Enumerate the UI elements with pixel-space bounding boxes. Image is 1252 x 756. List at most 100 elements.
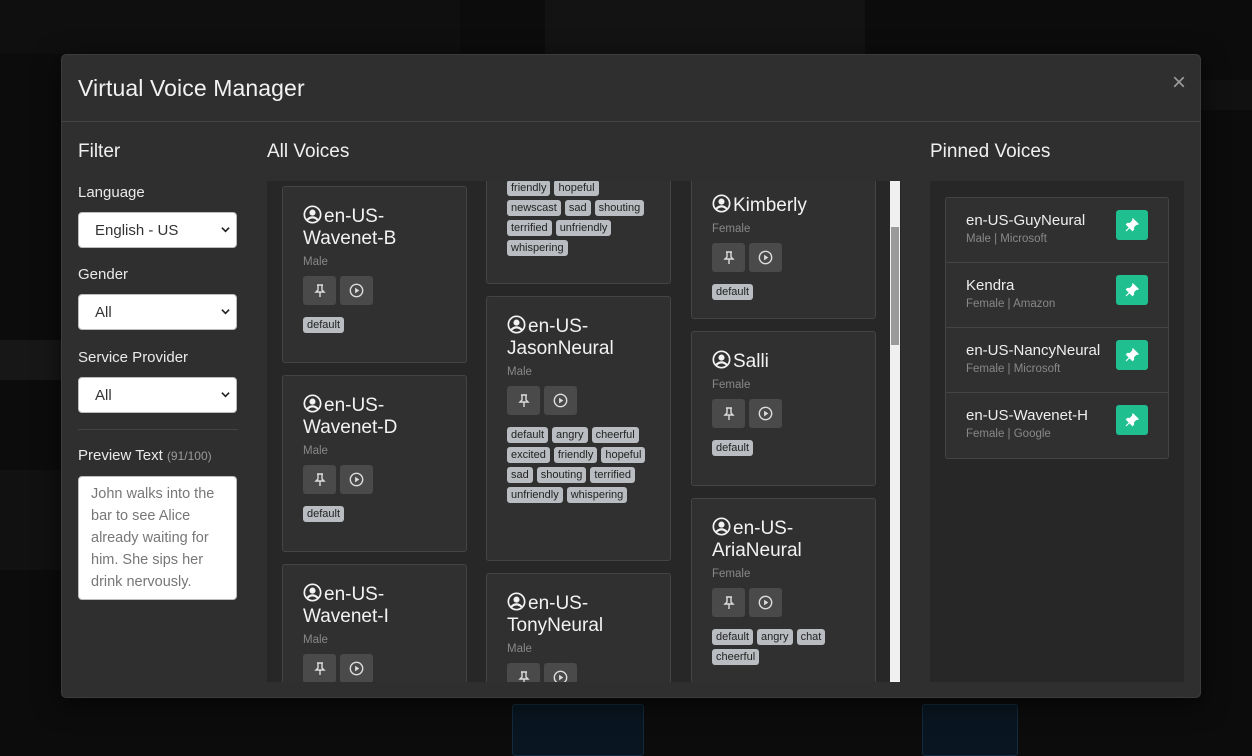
voice-card: Kimberly Female default	[691, 181, 876, 319]
pin-icon	[1125, 413, 1139, 427]
play-circle-icon	[758, 250, 773, 265]
user-circle-icon	[507, 592, 526, 611]
user-circle-icon	[303, 583, 322, 602]
play-button[interactable]	[544, 386, 577, 415]
pin-icon	[722, 250, 735, 264]
play-button[interactable]	[340, 465, 373, 494]
style-tag: default	[712, 440, 754, 456]
play-button[interactable]	[749, 243, 782, 272]
pinned-item: en-US-GuyNeural Male | Microsoft	[946, 198, 1168, 263]
gender-select[interactable]: All	[78, 294, 237, 330]
language-label: Language	[78, 184, 145, 201]
pinned-list: en-US-GuyNeural Male | Microsoft Kendra …	[945, 197, 1169, 459]
pin-icon	[313, 661, 326, 675]
pin-button[interactable]	[712, 243, 745, 272]
play-button[interactable]	[340, 276, 373, 305]
style-tag: default	[712, 629, 754, 645]
voice-card: Salli Female default	[691, 331, 876, 486]
voice-card: en-US-AriaNeural Female default angry ch…	[691, 498, 876, 682]
user-circle-icon	[303, 205, 322, 224]
style-tag: excited	[507, 447, 550, 463]
voice-card: en-US-JasonNeural Male default angry che…	[486, 296, 671, 561]
chevron-down-icon	[221, 309, 230, 315]
style-tag: hopeful	[601, 447, 646, 463]
pin-button[interactable]	[712, 399, 745, 428]
style-tag: terrified	[590, 467, 636, 483]
style-tag: default	[712, 284, 754, 300]
user-circle-icon	[712, 194, 731, 213]
pinned-item: Kendra Female | Amazon	[946, 263, 1168, 328]
pin-icon	[313, 472, 326, 486]
voice-card-title: en-US-JasonNeural	[507, 315, 650, 360]
style-tag: unfriendly	[555, 220, 612, 236]
pin-button[interactable]	[303, 465, 336, 494]
play-circle-icon	[349, 661, 364, 676]
style-tag: hopeful	[554, 181, 599, 196]
voice-card-title: Kimberly	[712, 194, 855, 217]
modal-title: Virtual Voice Manager	[78, 74, 305, 101]
pinned-voices-title: Pinned Voices	[930, 141, 1051, 162]
pin-button[interactable]	[303, 276, 336, 305]
style-tag: shouting	[594, 200, 645, 216]
style-tag: whispering	[507, 240, 568, 256]
style-tag: friendly	[553, 447, 598, 463]
play-circle-icon	[758, 595, 773, 610]
play-button[interactable]	[544, 663, 577, 682]
style-tag: chat	[796, 629, 826, 645]
user-circle-icon	[507, 315, 526, 334]
voice-gender: Female	[712, 568, 751, 580]
pin-button[interactable]	[507, 386, 540, 415]
chevron-down-icon	[221, 392, 230, 398]
style-tag: terrified	[507, 220, 552, 236]
preview-text-label-text: Preview Text	[78, 447, 163, 464]
preview-text-input[interactable]: John walks into the bar to see Alice alr…	[78, 476, 237, 600]
language-select-value: English - US	[95, 221, 179, 239]
gender-label: Gender	[78, 266, 129, 283]
voice-card: en-US-TonyNeural Male	[486, 573, 671, 682]
provider-select-value: All	[95, 386, 112, 404]
voice-card-title: en-US-AriaNeural	[712, 517, 855, 562]
style-tag: newscast	[507, 200, 561, 216]
pin-icon	[1125, 218, 1139, 232]
modal-header: Virtual Voice Manager ×	[62, 55, 1200, 122]
pin-button[interactable]	[507, 663, 540, 682]
voice-name: Kimberly	[733, 195, 807, 216]
pinned-panel: en-US-GuyNeural Male | Microsoft Kendra …	[930, 181, 1184, 682]
voice-card: en-US-Wavenet-I Male	[282, 564, 467, 682]
play-button[interactable]	[340, 654, 373, 682]
voice-card-title: en-US-Wavenet-I	[303, 583, 446, 628]
voice-card-title: en-US-TonyNeural	[507, 592, 650, 637]
pin-icon	[517, 670, 530, 682]
unpin-button[interactable]	[1116, 405, 1148, 435]
language-select[interactable]: English - US	[78, 212, 237, 248]
voice-gender: Female	[712, 223, 751, 235]
pin-button[interactable]	[712, 588, 745, 617]
style-tag: cheerful	[591, 427, 639, 443]
voice-card: en-US-Wavenet-D Male default	[282, 375, 467, 552]
preview-char-count: (91/100)	[166, 449, 212, 463]
style-tag: sad	[507, 467, 533, 483]
pin-icon	[1125, 348, 1139, 362]
style-tag: cheerful	[712, 649, 760, 665]
voice-gender: Male	[303, 445, 328, 457]
voice-card-title: Salli	[712, 350, 855, 373]
style-tag: whispering	[566, 487, 628, 503]
provider-select[interactable]: All	[78, 377, 237, 413]
voice-card-title: en-US-Wavenet-B	[303, 205, 446, 250]
scrollbar-thumb[interactable]	[891, 227, 899, 345]
play-button[interactable]	[749, 399, 782, 428]
play-circle-icon	[349, 283, 364, 298]
preview-text-label: Preview Text (91/100)	[78, 447, 212, 464]
unpin-button[interactable]	[1116, 275, 1148, 305]
close-button[interactable]: ×	[1172, 71, 1186, 95]
voice-name: Salli	[733, 351, 769, 372]
style-tag: angry	[552, 427, 588, 443]
voice-manager-modal: Virtual Voice Manager × Filter Language …	[61, 54, 1201, 698]
voice-gender: Male	[507, 366, 532, 378]
voices-scrollbar[interactable]	[890, 181, 900, 682]
unpin-button[interactable]	[1116, 340, 1148, 370]
play-button[interactable]	[749, 588, 782, 617]
unpin-button[interactable]	[1116, 210, 1148, 240]
chevron-down-icon	[221, 227, 230, 233]
pin-button[interactable]	[303, 654, 336, 682]
